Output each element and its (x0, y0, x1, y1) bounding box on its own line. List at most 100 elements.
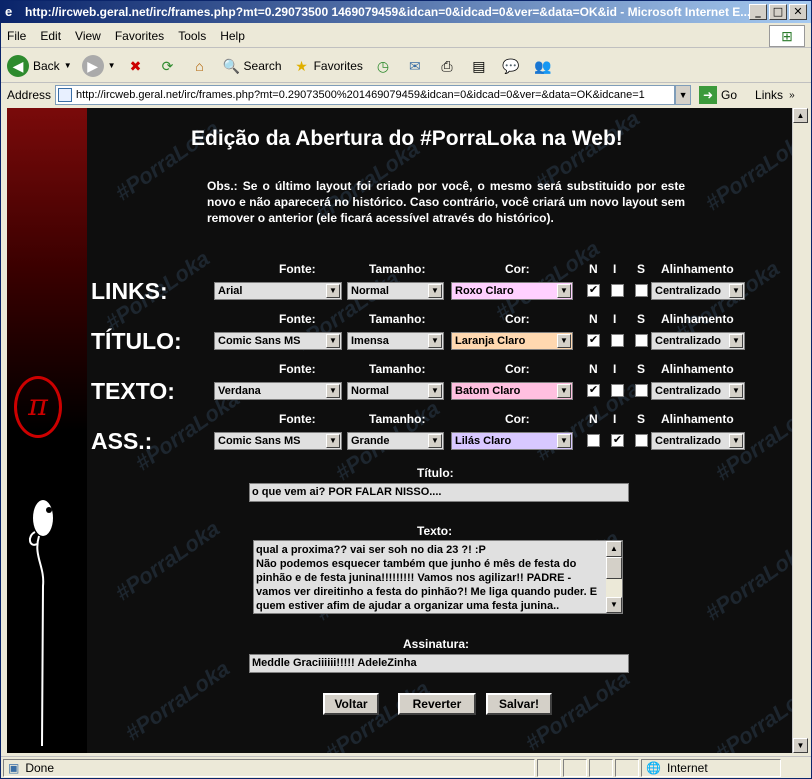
page-scrollbar[interactable]: ▲ ▼ (792, 108, 808, 753)
address-dropdown-icon[interactable]: ▼ (675, 85, 692, 105)
fonte-header: Fonte: (279, 362, 316, 376)
stop-button[interactable]: ✖ (126, 56, 148, 76)
minimize-button[interactable]: _ (749, 4, 767, 20)
alinhamento-select[interactable]: Centralizado ▼ (651, 332, 745, 350)
chevron-down-icon[interactable]: ▼ (557, 434, 571, 448)
print-button[interactable]: ⎙ (437, 56, 459, 76)
reverter-button[interactable]: Reverter (398, 693, 476, 715)
stop-icon: ✖ (129, 57, 142, 74)
forward-button[interactable]: ▶ ▼ (81, 54, 116, 77)
alinhamento-select[interactable]: Centralizado ▼ (651, 432, 745, 450)
refresh-button[interactable]: ⟳ (158, 56, 180, 76)
figure-decoration (29, 500, 53, 746)
scroll-down-icon[interactable]: ▼ (606, 597, 622, 613)
address-input[interactable]: http://ircweb.geral.net/irc/frames.php?m… (55, 85, 676, 105)
maximize-button[interactable]: □ (769, 4, 787, 20)
menu-tools[interactable]: Tools (178, 29, 206, 43)
back-button[interactable]: ◀ Back ▼ (7, 54, 72, 77)
cor-select[interactable]: Roxo Claro ▼ (451, 282, 573, 300)
bold-checkbox[interactable]: ✔ (587, 384, 600, 397)
alinhamento-select[interactable]: Centralizado ▼ (651, 382, 745, 400)
chevron-down-icon[interactable]: ▼ (729, 384, 743, 398)
scroll-thumb[interactable] (606, 557, 622, 579)
strike-checkbox[interactable] (635, 334, 648, 347)
go-button[interactable]: ➜ Go (699, 86, 737, 104)
links-button[interactable]: Links (755, 88, 783, 102)
italic-checkbox[interactable] (611, 384, 624, 397)
status-cell-4 (615, 758, 639, 777)
titulo-input[interactable]: o que vem ai? POR FALAR NISSO.... (249, 483, 629, 502)
chevron-down-icon[interactable]: ▼ (729, 284, 743, 298)
chevron-down-icon[interactable]: ▼ (326, 284, 340, 298)
tamanho-select[interactable]: Imensa ▼ (347, 332, 444, 350)
chevron-down-icon[interactable]: ▼ (557, 284, 571, 298)
salvar-button[interactable]: Salvar! (486, 693, 552, 715)
italic-checkbox[interactable]: ✔ (611, 434, 624, 447)
history-button[interactable]: ◷ (373, 56, 395, 76)
home-button[interactable]: ⌂ (190, 56, 212, 76)
scroll-up-icon[interactable]: ▲ (606, 541, 622, 557)
fonte-select[interactable]: Comic Sans MS ▼ (214, 332, 342, 350)
bold-checkbox[interactable] (587, 434, 600, 447)
discuss-button[interactable]: 💬 (501, 56, 523, 76)
forward-dropdown-icon[interactable]: ▼ (108, 61, 116, 70)
mail-button[interactable]: ✉ (405, 56, 427, 76)
fonte-select[interactable]: Comic Sans MS ▼ (214, 432, 342, 450)
refresh-icon: ⟳ (161, 57, 174, 74)
alinhamento-select[interactable]: Centralizado ▼ (651, 282, 745, 300)
back-dropdown-icon[interactable]: ▼ (64, 61, 72, 70)
fonte-select[interactable]: Verdana ▼ (214, 382, 342, 400)
menu-help[interactable]: Help (220, 29, 245, 43)
bold-checkbox[interactable]: ✔ (587, 284, 600, 297)
texto-label: Texto: (417, 524, 453, 538)
menu-edit[interactable]: Edit (40, 29, 61, 43)
chevron-right-icon[interactable]: » (789, 90, 795, 101)
close-button[interactable]: ✕ (789, 4, 807, 20)
title-bar[interactable]: e http://ircweb.geral.net/irc/frames.php… (1, 1, 811, 23)
page-scroll-down-icon[interactable]: ▼ (793, 738, 808, 753)
chevron-down-icon[interactable]: ▼ (428, 334, 442, 348)
strike-checkbox[interactable] (635, 284, 648, 297)
messenger-button[interactable]: 👥 (533, 56, 555, 76)
italic-checkbox[interactable] (611, 284, 624, 297)
chevron-down-icon[interactable]: ▼ (729, 434, 743, 448)
texto-textarea[interactable]: qual a proxima?? vai ser soh no dia 23 ?… (253, 540, 623, 614)
tamanho-select[interactable]: Grande ▼ (347, 432, 444, 450)
menu-view[interactable]: View (75, 29, 101, 43)
chevron-down-icon[interactable]: ▼ (326, 434, 340, 448)
cor-select[interactable]: Lilás Claro ▼ (451, 432, 573, 450)
titulo-label: Título: (417, 466, 454, 480)
search-icon: 🔍 (222, 57, 241, 74)
chevron-down-icon[interactable]: ▼ (326, 334, 340, 348)
menu-favorites[interactable]: Favorites (115, 29, 164, 43)
italic-checkbox[interactable] (611, 334, 624, 347)
edit-button[interactable]: ▤ (469, 56, 491, 76)
assinatura-input[interactable]: Meddle Graciiiiii!!!!! AdeleZinha (249, 654, 629, 673)
status-cell-3 (589, 758, 613, 777)
alinhamento-select-value: Centralizado (655, 285, 722, 297)
chevron-down-icon[interactable]: ▼ (428, 434, 442, 448)
globe-icon: 🌐 (646, 760, 661, 775)
bold-checkbox[interactable]: ✔ (587, 334, 600, 347)
chevron-down-icon[interactable]: ▼ (729, 334, 743, 348)
texto-scrollbar[interactable]: ▲ ▼ (606, 541, 622, 613)
chevron-down-icon[interactable]: ▼ (326, 384, 340, 398)
tamanho-select[interactable]: Normal ▼ (347, 282, 444, 300)
fonte-header: Fonte: (279, 262, 316, 276)
cor-select[interactable]: Batom Claro ▼ (451, 382, 573, 400)
strike-checkbox[interactable] (635, 434, 648, 447)
chevron-down-icon[interactable]: ▼ (428, 284, 442, 298)
strike-checkbox[interactable] (635, 384, 648, 397)
tamanho-select[interactable]: Normal ▼ (347, 382, 444, 400)
menu-file[interactable]: File (7, 29, 26, 43)
chevron-down-icon[interactable]: ▼ (557, 334, 571, 348)
search-button[interactable]: 🔍 Search (222, 56, 282, 76)
chevron-down-icon[interactable]: ▼ (557, 384, 571, 398)
fonte-select[interactable]: Arial ▼ (214, 282, 342, 300)
cor-select[interactable]: Laranja Claro ▼ (451, 332, 573, 350)
s-header: S (637, 362, 646, 376)
voltar-button[interactable]: Voltar (323, 693, 379, 715)
favorites-button[interactable]: ★ Favorites (292, 56, 363, 76)
page-scroll-up-icon[interactable]: ▲ (793, 108, 808, 123)
chevron-down-icon[interactable]: ▼ (428, 384, 442, 398)
